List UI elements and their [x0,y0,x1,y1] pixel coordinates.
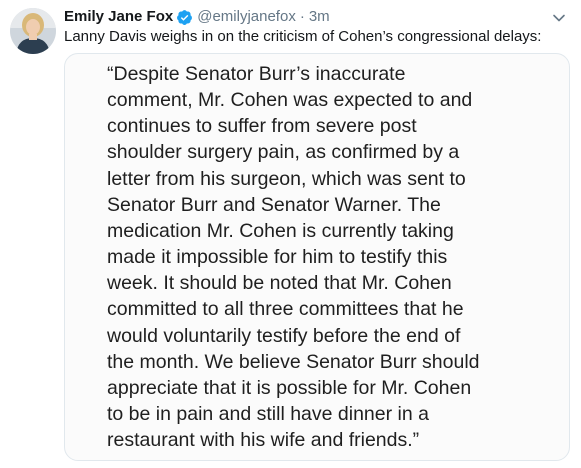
author-handle[interactable]: @emilyjanefox [197,8,296,26]
quote-line: medication Mr. Cohen is currently taking [107,219,454,242]
quote-line: restaurant with his wife and friends.” [107,429,420,452]
quote-line: would voluntarily testify before the end… [107,324,461,347]
quote-line: comment, Mr. Cohen was expected to and [107,89,473,112]
quote-line: “Despite Senator Burr’s inaccurate [107,63,406,85]
quote-line: shoulder surgery pain, as confirmed by a [107,141,460,164]
avatar-image [10,8,56,54]
quote-line: committed to all three committees that h… [107,298,464,321]
quote-image-card[interactable]: “Despite Senator Burr’s inaccurate comme… [64,53,570,461]
quote-line: made it impossible for him to testify th… [107,246,448,269]
quote-line: continues to suffer from severe post [107,115,417,138]
tweet: Emily Jane Fox @emilyjanefox · 3m Lanny … [0,0,581,468]
quote-line: to be in pain and still have dinner in a [107,403,429,426]
chevron-down-icon[interactable] [549,8,569,28]
avatar[interactable] [10,8,56,54]
quote-line: appreciate that it is possible for Mr. C… [107,376,472,399]
author-name[interactable]: Emily Jane Fox [64,8,173,26]
timestamp[interactable]: 3m [309,8,330,26]
quote-line: Senator Burr and Senator Warner. The [107,193,441,216]
tweet-text: Lanny Davis weighs in on the criticism o… [64,28,542,45]
quote-text: “Despite Senator Burr’s inaccurate comme… [107,61,557,453]
separator-dot: · [299,8,305,25]
quote-line: the month. We believe Senator Burr shoul… [107,350,480,373]
quote-line: letter from his surgeon, which was sent … [107,167,466,190]
verified-badge-icon [176,9,193,26]
tweet-header: Emily Jane Fox @emilyjanefox · 3m [64,8,541,26]
quote-line: week. It should be noted that Mr. Cohen [107,272,452,295]
